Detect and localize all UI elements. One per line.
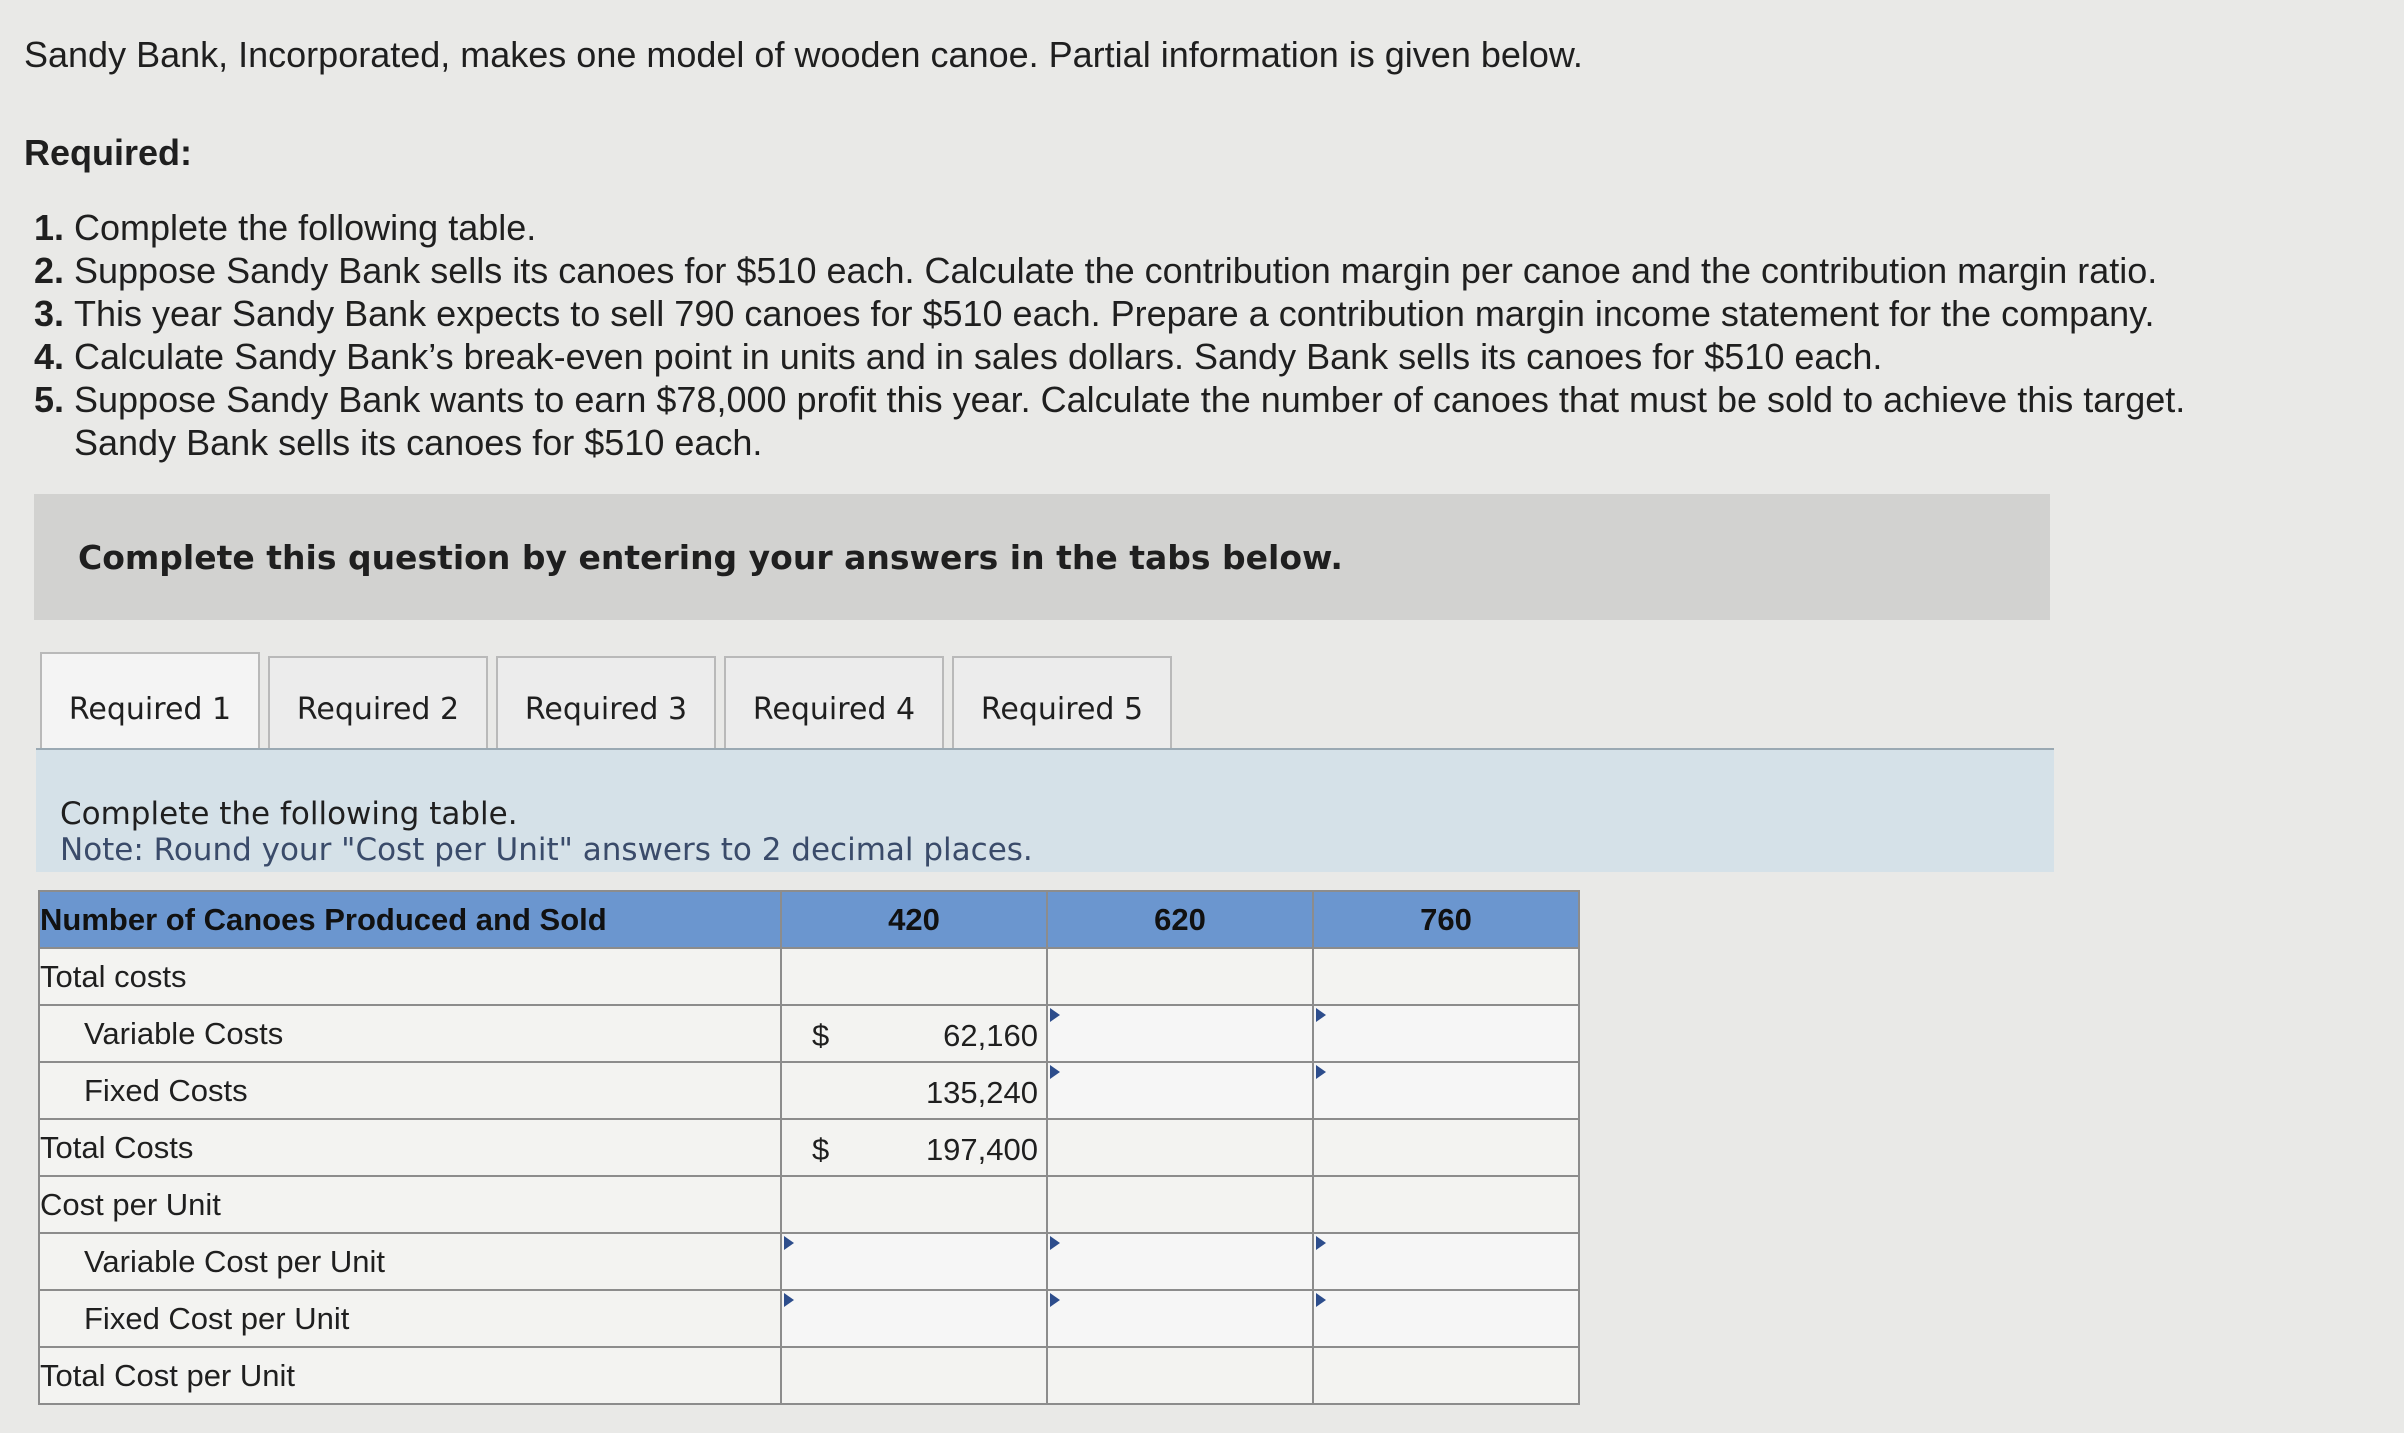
fixed-cost-per-unit-760-input[interactable]	[1314, 1291, 1578, 1346]
variable-cost-per-unit-760-cell	[1312, 1232, 1580, 1291]
variable-costs-620-input[interactable]	[1048, 1006, 1312, 1061]
row-label-total-costs-section: Total costs	[38, 947, 782, 1006]
total-costs-420-value: 197,400	[925, 1132, 1038, 1167]
requirement-item: 4. Calculate Sandy Bank’s break-even poin…	[34, 335, 2264, 378]
variable-cost-per-unit-420-input[interactable]	[782, 1234, 1046, 1289]
fixed-cost-per-unit-620-input[interactable]	[1048, 1291, 1312, 1346]
requirement-text: Suppose Sandy Bank sells its canoes for …	[74, 250, 2158, 291]
requirement-number: 4.	[34, 336, 65, 377]
total-costs-420: $ 197,400	[780, 1118, 1048, 1177]
variable-cost-per-unit-420-cell	[780, 1232, 1048, 1291]
table-row: Total Cost per Unit	[38, 1346, 1580, 1405]
requirement-number: 3.	[34, 293, 65, 334]
banner-text: Complete this question by entering your …	[78, 538, 1343, 577]
table-row: Fixed Costs 135,240	[38, 1061, 1580, 1120]
row-label-fixed-costs: Fixed Costs	[38, 1061, 782, 1120]
variable-costs-620-cell	[1046, 1004, 1314, 1063]
requirement-item: 3. This year Sandy Bank expects to sell 7…	[34, 292, 2264, 335]
total-cost-per-unit-760	[1312, 1346, 1580, 1405]
header-420: 420	[780, 890, 1048, 949]
currency-symbol: $	[812, 1018, 830, 1053]
tab-required-3[interactable]: Required 3	[496, 656, 716, 760]
empty-cell	[1046, 1175, 1314, 1234]
currency-symbol: $	[812, 1132, 830, 1167]
intro-text: Sandy Bank, Incorporated, makes one mode…	[24, 34, 1583, 75]
header-label: Number of Canoes Produced and Sold	[38, 890, 782, 949]
table-row: Total Costs $ 197,400	[38, 1118, 1580, 1177]
fixed-costs-760-cell	[1312, 1061, 1580, 1120]
fixed-costs-760-input[interactable]	[1314, 1063, 1578, 1118]
panel-instruction: Complete the following table.	[60, 796, 518, 832]
table-row: Variable Costs $ 62,160	[38, 1004, 1580, 1063]
fixed-cost-per-unit-420-cell	[780, 1289, 1048, 1348]
empty-cell	[1312, 947, 1580, 1006]
requirement-number: 2.	[34, 250, 65, 291]
variable-cost-per-unit-620-input[interactable]	[1048, 1234, 1312, 1289]
table-row: Cost per Unit	[38, 1175, 1580, 1234]
row-label-total-costs: Total Costs	[38, 1118, 782, 1177]
requirement-item: 1. Complete the following table.	[34, 206, 2264, 249]
tab-instructions-panel: Complete the following table. Note: Roun…	[36, 748, 2054, 872]
requirements-list: 1. Complete the following table. 2. Suppos…	[34, 206, 2264, 464]
variable-costs-420-value: 62,160	[943, 1018, 1038, 1053]
tab-required-5[interactable]: Required 5	[952, 656, 1172, 760]
panel-note: Note: Round your "Cost per Unit" answers…	[60, 832, 1033, 868]
requirement-number: 5.	[34, 379, 65, 420]
table-header-row: Number of Canoes Produced and Sold 420 6…	[38, 890, 1580, 949]
tab-required-2[interactable]: Required 2	[268, 656, 488, 760]
variable-costs-760-cell	[1312, 1004, 1580, 1063]
fixed-cost-per-unit-620-cell	[1046, 1289, 1314, 1348]
cost-table: Number of Canoes Produced and Sold 420 6…	[38, 890, 1580, 1405]
row-label-fixed-cost-per-unit: Fixed Cost per Unit	[38, 1289, 782, 1348]
table-row: Fixed Cost per Unit	[38, 1289, 1580, 1348]
empty-cell	[780, 947, 1048, 1006]
row-label-cost-per-unit-section: Cost per Unit	[38, 1175, 782, 1234]
requirement-number: 1.	[34, 207, 65, 248]
total-cost-per-unit-620	[1046, 1346, 1314, 1405]
tab-required-4[interactable]: Required 4	[724, 656, 944, 760]
total-cost-per-unit-420	[780, 1346, 1048, 1405]
variable-cost-per-unit-620-cell	[1046, 1232, 1314, 1291]
fixed-costs-620-input[interactable]	[1048, 1063, 1312, 1118]
requirement-text: This year Sandy Bank expects to sell 790…	[74, 293, 2155, 334]
header-760: 760	[1312, 890, 1580, 949]
variable-cost-per-unit-760-input[interactable]	[1314, 1234, 1578, 1289]
table-row: Variable Cost per Unit	[38, 1232, 1580, 1291]
empty-cell	[1046, 947, 1314, 1006]
header-620: 620	[1046, 890, 1314, 949]
requirement-item: 2. Suppose Sandy Bank sells its canoes fo…	[34, 249, 2264, 292]
fixed-cost-per-unit-760-cell	[1312, 1289, 1580, 1348]
required-heading: Required:	[24, 132, 193, 173]
variable-costs-760-input[interactable]	[1314, 1006, 1578, 1061]
table-row: Total costs	[38, 947, 1580, 1006]
empty-cell	[1312, 1175, 1580, 1234]
requirement-text: Calculate Sandy Bank’s break-even point …	[74, 336, 1883, 377]
row-label-total-cost-per-unit: Total Cost per Unit	[38, 1346, 782, 1405]
variable-costs-420: $ 62,160	[780, 1004, 1048, 1063]
requirement-text: Suppose Sandy Bank wants to earn $78,000…	[74, 379, 2186, 463]
total-costs-760	[1312, 1118, 1580, 1177]
requirement-item: 5. Suppose Sandy Bank wants to earn $78,0…	[34, 378, 2264, 464]
fixed-costs-420-value: 135,240	[925, 1075, 1038, 1110]
row-label-variable-cost-per-unit: Variable Cost per Unit	[38, 1232, 782, 1291]
requirement-text: Complete the following table.	[74, 207, 537, 248]
fixed-cost-per-unit-420-input[interactable]	[782, 1291, 1046, 1346]
total-costs-620	[1046, 1118, 1314, 1177]
empty-cell	[780, 1175, 1048, 1234]
instructions-banner: Complete this question by entering your …	[34, 494, 2050, 620]
row-label-variable-costs: Variable Costs	[38, 1004, 782, 1063]
fixed-costs-620-cell	[1046, 1061, 1314, 1120]
fixed-costs-420: 135,240	[780, 1061, 1048, 1120]
